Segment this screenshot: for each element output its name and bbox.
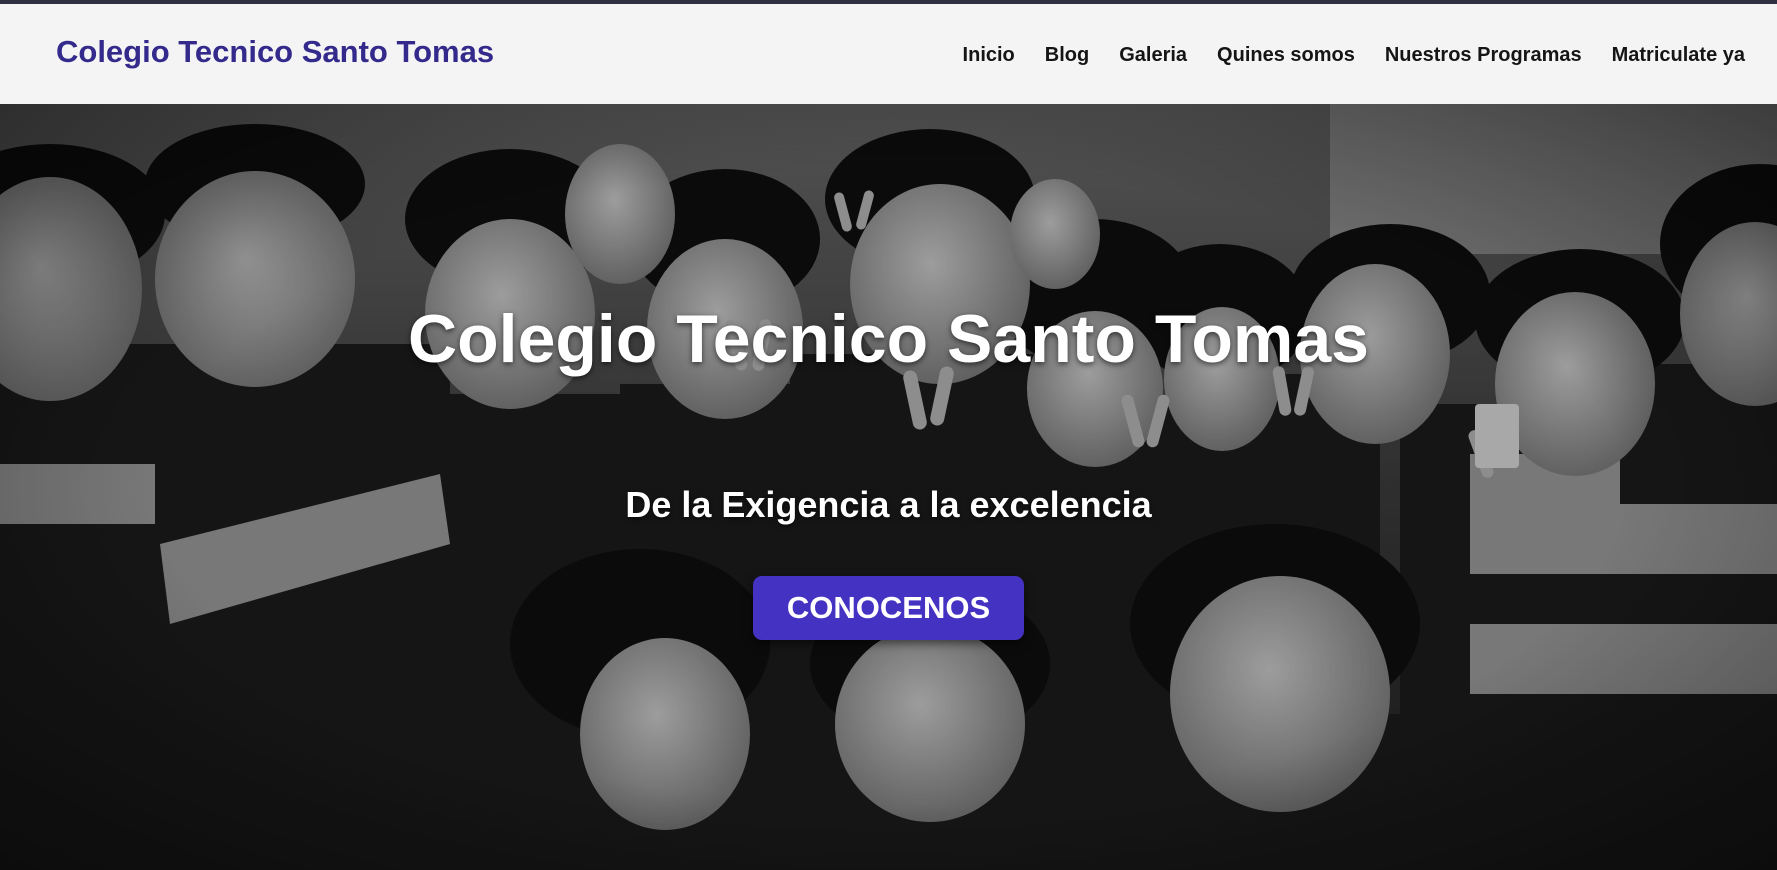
- nav-link-inicio[interactable]: Inicio: [963, 44, 1015, 66]
- conocenos-button[interactable]: CONOCENOS: [753, 576, 1024, 640]
- nav-link-galeria[interactable]: Galeria: [1119, 44, 1187, 66]
- navbar: Colegio Tecnico Santo Tomas Inicio Blog …: [0, 4, 1777, 104]
- nav-menu: Inicio Blog Galeria Quines somos Nuestro…: [963, 44, 1745, 67]
- hero-title: Colegio Tecnico Santo Tomas: [408, 301, 1369, 377]
- hero-subtitle: De la Exigencia a la excelencia: [625, 484, 1152, 525]
- hero-section: Colegio Tecnico Santo Tomas De la Exigen…: [0, 104, 1777, 870]
- nav-link-matriculate[interactable]: Matriculate ya: [1612, 44, 1745, 66]
- nav-link-blog[interactable]: Blog: [1045, 44, 1089, 66]
- nav-link-nuestros-programas[interactable]: Nuestros Programas: [1385, 44, 1582, 66]
- nav-link-quienes-somos[interactable]: Quines somos: [1217, 44, 1355, 66]
- site-brand-link[interactable]: Colegio Tecnico Santo Tomas: [56, 34, 494, 70]
